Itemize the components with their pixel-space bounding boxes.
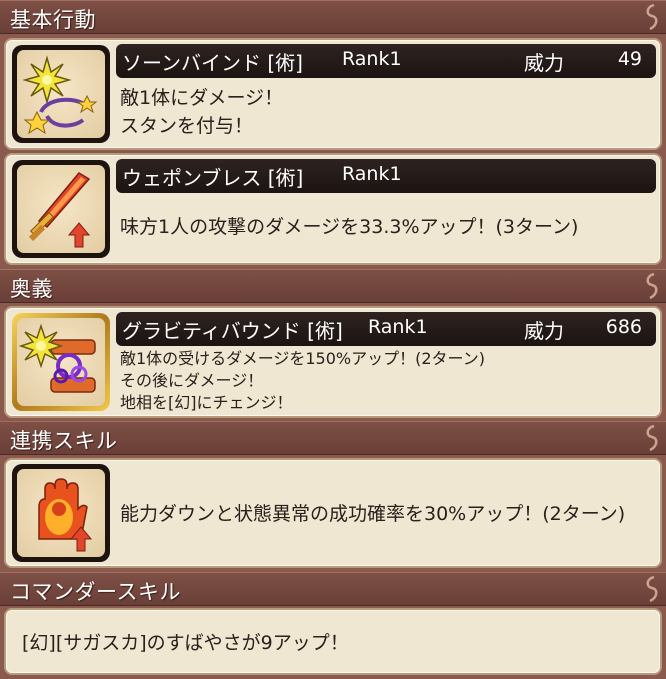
power-label: 威力: [524, 319, 564, 343]
swirl-ornament-icon: [646, 3, 658, 31]
skill-name: ウェポンブレス [術]: [122, 166, 304, 190]
skill-icon-frame: [12, 45, 110, 143]
skill-card-thorn-bind[interactable]: ソーンバインド [術] Rank1 威力 49 敵1体にダメージ！ スタンを付与…: [4, 38, 662, 150]
swirl-ornament-icon: [646, 575, 658, 603]
section-header-ougi: 奥義: [0, 269, 666, 303]
skill-icon-frame-gold: [12, 313, 110, 411]
swirl-ornament-icon: [646, 272, 658, 300]
skill-card-renkei[interactable]: 能力ダウンと状態異常の成功確率を30%アップ！(2ターン): [4, 458, 662, 568]
section-header-basic: 基本行動: [0, 0, 666, 34]
desc-line: 能力ダウンと状態異常の成功確率を30%アップ！(2ターン): [120, 503, 626, 525]
swirl-ornament-icon: [646, 424, 658, 452]
power-value: 49: [617, 48, 642, 70]
power-label: 威力: [524, 51, 564, 75]
skill-card-weapon-bless[interactable]: ウェポンブレス [術] Rank1 味方1人の攻撃のダメージを33.3%アップ！…: [4, 153, 662, 265]
flaming-hand-icon: [38, 478, 93, 552]
section-title: 基本行動: [10, 8, 96, 32]
skill-description: 味方1人の攻撃のダメージを33.3%アップ！(3ターン): [120, 213, 578, 241]
skill-rank: Rank1: [368, 316, 428, 338]
commander-skill-text: [幻][サガスカ]のすばやさが9アップ！: [22, 632, 349, 654]
desc-line: 味方1人の攻撃のダメージを33.3%アップ！(3ターン): [120, 216, 579, 238]
skill-rank: Rank1: [342, 163, 402, 185]
skill-card-commander[interactable]: [幻][サガスカ]のすばやさが9アップ！: [4, 608, 662, 675]
desc-line: 敵1体の受けるダメージを150%アップ！(2ターン): [120, 349, 485, 368]
section-header-commander: コマンダースキル: [0, 572, 666, 606]
section-header-renkei: 連携スキル: [0, 421, 666, 455]
desc-line: スタンを付与！: [120, 115, 254, 137]
skill-card-gravity-bound[interactable]: グラビティバウンド [術] Rank1 威力 686 敵1体の受けるダメージを1…: [4, 306, 662, 418]
desc-line: その後にダメージ！: [120, 371, 264, 390]
desc-line: 敵1体にダメージ！: [120, 87, 284, 109]
desc-line: 地相を[幻]にチェンジ！: [120, 393, 293, 412]
section-title: コマンダースキル: [10, 580, 181, 604]
skill-icon-frame: [12, 464, 110, 562]
flaming-sword-buff-icon: [28, 172, 91, 248]
skill-title-bar: ウェポンブレス [術] Rank1: [116, 159, 656, 193]
skill-description: 能力ダウンと状態異常の成功確率を30%アップ！(2ターン): [120, 500, 625, 528]
skill-description: 敵1体の受けるダメージを150%アップ！(2ターン) その後にダメージ！ 地相を…: [120, 348, 485, 414]
skill-name: グラビティバウンド [術]: [122, 319, 343, 343]
section-title: 連携スキル: [10, 429, 118, 453]
gravity-bound-icon: [18, 323, 96, 393]
power-value: 686: [605, 316, 642, 338]
skill-icon-frame: [12, 160, 110, 258]
star-stun-icon: [22, 55, 98, 135]
section-title: 奥義: [10, 277, 53, 301]
skill-title-bar: グラビティバウンド [術] Rank1 威力 686: [116, 312, 656, 346]
skill-description: 敵1体にダメージ！ スタンを付与！: [120, 84, 283, 140]
skill-title-bar: ソーンバインド [術] Rank1 威力 49: [116, 44, 656, 78]
skill-rank: Rank1: [342, 48, 402, 70]
skill-name: ソーンバインド [術]: [122, 51, 303, 75]
